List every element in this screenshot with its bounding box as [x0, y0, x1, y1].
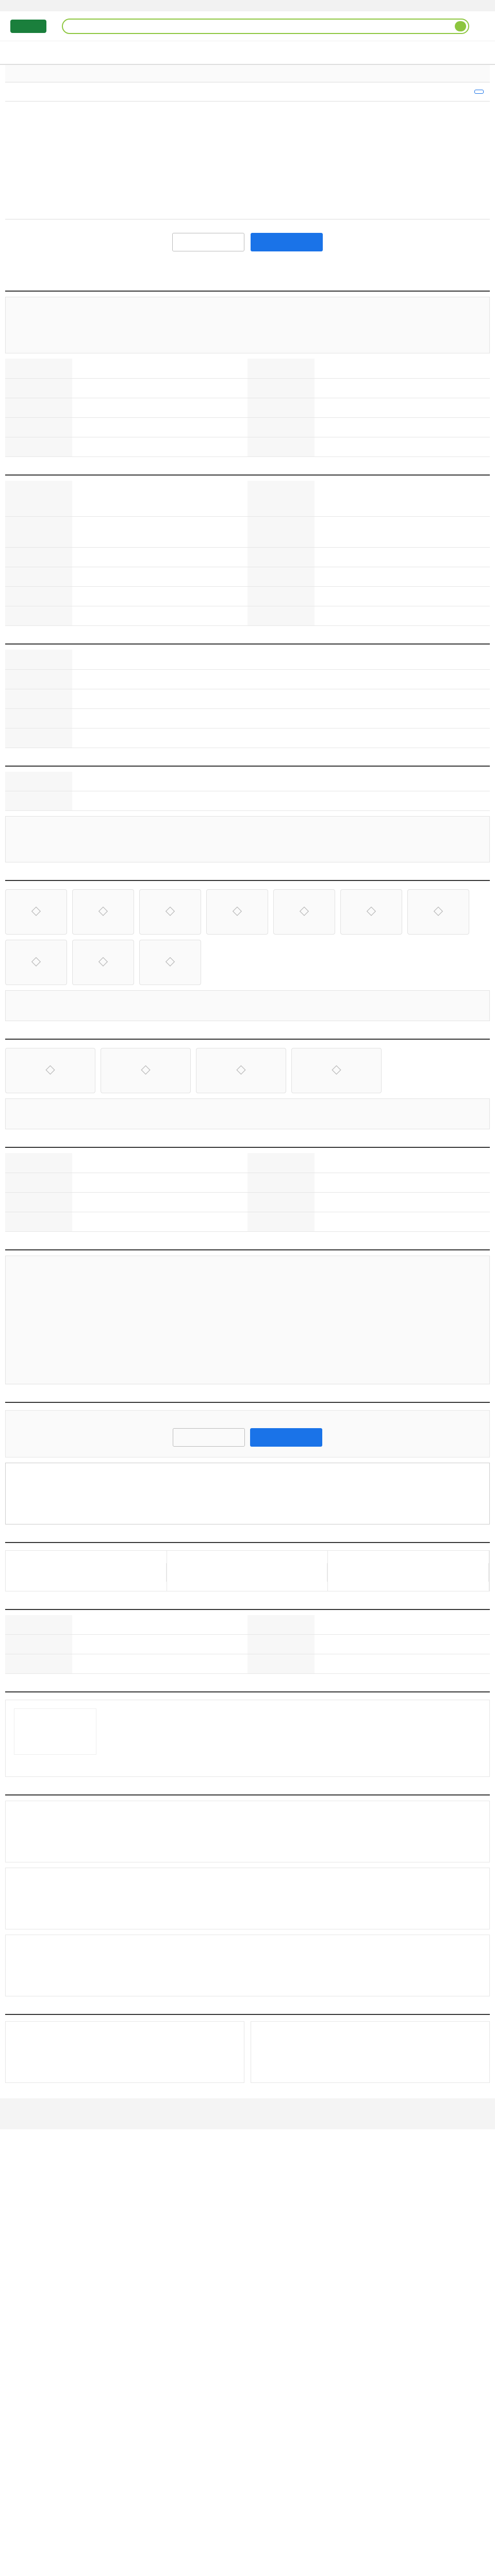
section-disability-title	[5, 1035, 490, 1040]
search-icon[interactable]	[455, 21, 466, 31]
section-recruit-title	[5, 286, 490, 292]
apply-note	[5, 261, 490, 273]
process-table	[5, 1153, 490, 1232]
contact-primary-button[interactable]	[250, 1428, 322, 1447]
section-contact-title	[5, 1398, 490, 1403]
save-button[interactable]	[172, 233, 244, 251]
conditions-table	[5, 480, 490, 626]
detail-tabs	[5, 65, 490, 82]
prefer-table	[5, 650, 490, 748]
site-footer	[0, 2098, 495, 2129]
welfare-item: ◇	[273, 889, 335, 935]
welfare-item: ◇	[5, 940, 67, 985]
global-nav	[0, 41, 495, 65]
disability-item: ◇	[5, 1048, 95, 1093]
section-etc-title	[5, 761, 490, 767]
welfare-icon: ◇	[98, 903, 108, 918]
welfare-icon: ◇	[165, 903, 175, 918]
welfare-icon: ◇	[433, 903, 443, 918]
section-prefer-title	[5, 639, 490, 645]
section-method-title	[5, 1245, 490, 1250]
related-job-card[interactable]	[5, 1801, 490, 1862]
section-guide-title	[5, 1605, 490, 1610]
guide-table	[5, 1615, 490, 1674]
welfare-icon: ◇	[232, 903, 242, 918]
stat-item	[6, 1550, 167, 1591]
section-process-title	[5, 1143, 490, 1148]
stat-item	[328, 1550, 490, 1591]
welfare-item: ◇	[340, 889, 402, 935]
welfare-item: ◇	[206, 889, 268, 935]
company-info	[107, 1708, 481, 1768]
disability-box	[5, 1098, 490, 1129]
welfare-item: ◇	[5, 889, 67, 935]
section-welfare-title	[5, 876, 490, 881]
contact-notice	[5, 1410, 490, 1458]
apply-button[interactable]	[251, 233, 323, 251]
recruit-table	[5, 359, 490, 457]
summary-right	[248, 111, 483, 210]
inquiry-textarea[interactable]	[5, 1462, 490, 1524]
company-logo	[14, 1708, 96, 1755]
welfare-icon: ◇	[31, 954, 41, 968]
related-job-card[interactable]	[5, 1868, 490, 1929]
stat-value	[328, 1563, 489, 1582]
disability-icons: ◇ ◇ ◇ ◇	[5, 1048, 490, 1093]
summary-left	[12, 111, 248, 210]
welfare-item: ◇	[407, 889, 469, 935]
disability-icon: ◇	[236, 1062, 246, 1076]
welfare-icons: ◇ ◇ ◇ ◇ ◇ ◇ ◇ ◇ ◇ ◇	[5, 889, 490, 985]
company-card	[5, 1700, 490, 1777]
disability-icon: ◇	[332, 1062, 341, 1076]
welfare-icon: ◇	[165, 954, 175, 968]
disability-item: ◇	[291, 1048, 382, 1093]
summary-panel	[5, 101, 490, 219]
section-conditions-title	[5, 470, 490, 476]
welfare-icon: ◇	[31, 903, 41, 918]
related-job-card[interactable]	[5, 1935, 490, 1996]
welfare-item: ◇	[72, 889, 134, 935]
other-job-card[interactable]	[251, 2021, 490, 2083]
recruit-box	[5, 297, 490, 353]
welfare-item: ◇	[139, 889, 201, 935]
disability-item: ◇	[101, 1048, 191, 1093]
section-company-title	[5, 1687, 490, 1692]
disability-item: ◇	[196, 1048, 286, 1093]
site-logo[interactable]	[10, 19, 46, 33]
section-others-title	[5, 2010, 490, 2015]
welfare-box	[5, 990, 490, 1021]
welfare-item: ◇	[72, 940, 134, 985]
etc-box	[5, 816, 490, 862]
stat-item	[167, 1550, 328, 1591]
welfare-icon: ◇	[98, 954, 108, 968]
method-box	[5, 1255, 490, 1384]
contact-secondary-button[interactable]	[173, 1428, 245, 1447]
disability-icon: ◇	[141, 1062, 151, 1076]
section-related-title	[5, 1790, 490, 1795]
section-stats-title	[5, 1538, 490, 1543]
search-input[interactable]	[62, 18, 469, 34]
stat-value	[167, 1563, 328, 1582]
etc-table	[5, 771, 490, 811]
stat-value	[6, 1563, 167, 1582]
welfare-icon: ◇	[299, 903, 309, 918]
top-action-button[interactable]	[474, 90, 484, 94]
others-row	[5, 2021, 490, 2083]
other-job-card[interactable]	[5, 2021, 244, 2083]
site-header	[0, 11, 495, 41]
top-utility-bar	[0, 0, 495, 11]
disability-icon: ◇	[45, 1062, 55, 1076]
applicant-stats	[5, 1550, 490, 1591]
related-list	[5, 1801, 490, 1996]
welfare-icon: ◇	[366, 903, 376, 918]
welfare-item: ◇	[139, 940, 201, 985]
